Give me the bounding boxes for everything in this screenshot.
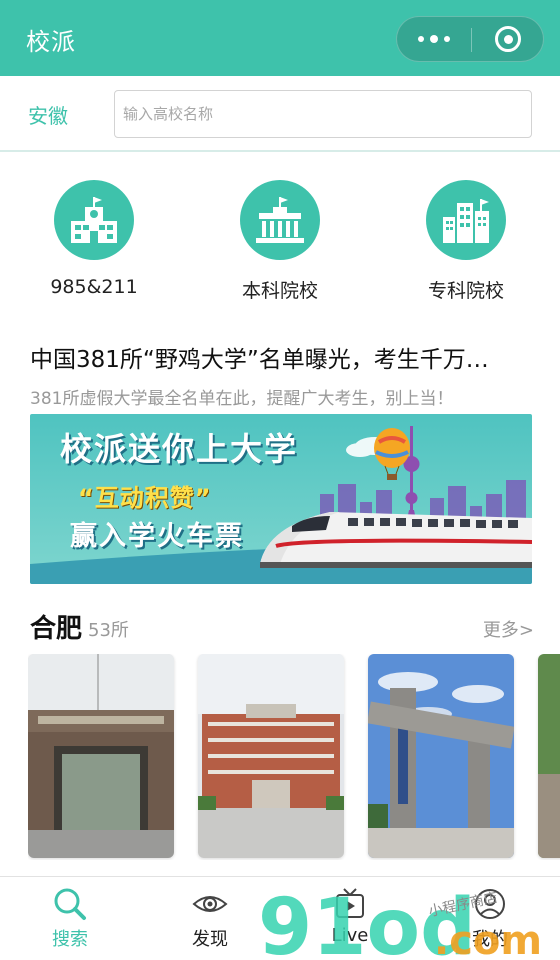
eye-icon (192, 896, 228, 912)
banner-headline: 校派送你上大学 (60, 430, 299, 468)
city-buildings-icon (426, 180, 506, 260)
banner-tagline: 赢入学火车票 (70, 521, 244, 552)
search-icon (54, 888, 86, 920)
target-icon (495, 26, 521, 52)
school-photo (198, 654, 344, 858)
close-mini-program-button[interactable] (472, 17, 544, 61)
tab-label: 搜索 (52, 929, 88, 950)
tab-discover[interactable]: 发现 (140, 877, 280, 960)
school-search-input[interactable] (114, 90, 532, 138)
school-photo (538, 654, 560, 858)
category-vocational[interactable]: 专科院校 (386, 176, 546, 303)
article-title: 中国381所“野鸡大学”名单曝光，考生千万… (30, 347, 489, 373)
banner-subheadline: “互动积赞” (78, 484, 212, 512)
government-building-icon (240, 180, 320, 260)
more-link[interactable]: 更多> (483, 616, 534, 642)
app-root: 校派 安徽 输入高校名称 985&211 本科院校 专科院校 中国381所“野鸡… (0, 0, 560, 960)
school-card[interactable] (28, 654, 174, 858)
news-article-item[interactable]: 中国381所“野鸡大学”名单曝光，考生千万… 381所虚假大学最全名单在此，提醒… (30, 340, 540, 409)
header-bar: 校派 (0, 0, 560, 76)
more-dots-icon (418, 36, 424, 42)
category-label: 本科院校 (241, 280, 318, 302)
tab-search[interactable]: 搜索 (0, 877, 140, 960)
school-count: 53所 (88, 620, 129, 641)
category-grid: 985&211 本科院校 专科院校 (0, 176, 560, 306)
live-tv-icon (336, 888, 364, 918)
city-section-header: 合肥 53所 更多> (30, 608, 534, 648)
province-selector[interactable]: 安徽 (28, 100, 68, 129)
school-card-carousel[interactable] (28, 654, 560, 860)
category-label: 专科院校 (427, 280, 504, 302)
more-options-button[interactable] (397, 17, 471, 61)
school-photo (28, 654, 174, 858)
school-card[interactable] (198, 654, 344, 858)
user-icon (475, 889, 505, 919)
bottom-tab-bar: 搜索 发现 Live 我的 (0, 876, 560, 960)
mini-program-capsule (396, 16, 544, 62)
category-label: 985&211 (50, 276, 138, 298)
section-title: 合肥 (30, 614, 83, 644)
tab-label: 发现 (192, 929, 228, 950)
school-building-icon (54, 180, 134, 260)
tab-profile[interactable]: 我的 (420, 877, 560, 960)
promo-banner[interactable]: 校派送你上大学 “互动积赞” 赢入学火车票 (30, 414, 532, 584)
tab-label: Live (331, 925, 369, 946)
app-title: 校派 (26, 28, 76, 56)
school-card[interactable] (368, 654, 514, 858)
school-photo (368, 654, 514, 858)
tab-live[interactable]: Live (280, 877, 420, 960)
tab-label: 我的 (472, 929, 508, 950)
school-card[interactable] (538, 654, 560, 858)
article-subtitle: 381所虚假大学最全名单在此，提醒广大考生，别上当！ (30, 389, 454, 409)
search-row: 安徽 (0, 76, 560, 152)
category-undergraduate[interactable]: 本科院校 (200, 176, 360, 303)
category-985-211[interactable]: 985&211 (14, 176, 174, 298)
